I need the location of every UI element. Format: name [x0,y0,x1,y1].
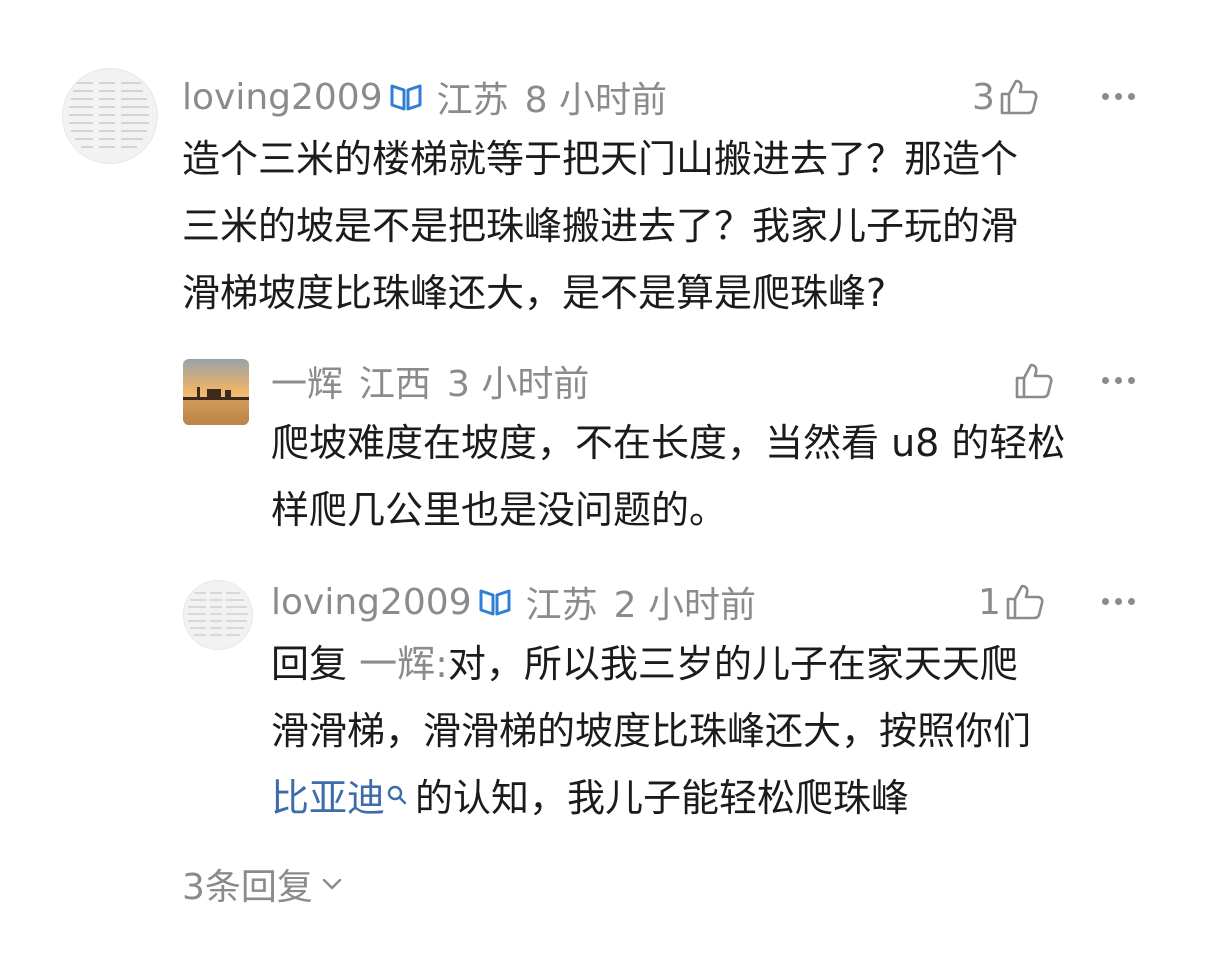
comment-line: 滑梯坡度比珠峰还大，是不是算是爬珠峰? [182,271,887,315]
reply-meta: loving2009 江苏 2 小时前 [271,579,756,627]
reply-text: 爬坡难度在坡度，不在长度，当然看 u8 的轻松 样爬几公里也是没问题的。 [271,410,1065,544]
username[interactable]: loving2009 [182,77,383,118]
thumbs-up-icon [1000,79,1038,115]
avatar-sunset-image [183,359,249,425]
like-button[interactable] [1010,358,1054,404]
username[interactable]: 一辉 [271,355,343,407]
location: 江苏 [525,585,598,626]
more-dots-icon[interactable] [1102,598,1135,605]
avatar[interactable] [62,68,158,164]
reply-prefix: 回复 [271,642,348,686]
thumbs-up-icon [1015,363,1053,399]
reply-meta: 一辉 江西 3 小时前 [271,355,590,407]
comment-text: 造个三米的楼梯就等于把天门山搬进去了？那造个 三米的坡是不是把珠峰搬进去了？我家… [182,126,1018,327]
reply-line-text: 对，所以我三岁的儿子在家天天爬 [447,642,1018,686]
comment-meta: loving2009 江苏 8 小时前 [182,74,667,122]
thumbs-up-icon [1006,584,1044,620]
timestamp: 2 小时前 [613,585,756,626]
reply-line-text: 的认知，我儿子能轻松爬珠峰 [415,776,910,820]
avatar-spreadsheet-image [184,581,252,649]
more-replies-label: 3条回复 [182,867,313,908]
reply-line: 爬坡难度在坡度，不在长度，当然看 u8 的轻松 [271,421,1066,465]
vip-badge-icon [478,587,512,617]
avatar[interactable] [183,580,253,650]
search-link-byd[interactable]: 比亚迪 [271,776,407,820]
more-dots-icon[interactable] [1102,377,1135,384]
reply-line: 回复 一辉:对，所以我三岁的儿子在家天天爬 [271,631,1031,698]
vip-badge-icon [389,82,423,112]
reply-line: 滑滑梯，滑滑梯的坡度比珠峰还大，按照你们 [271,709,1032,753]
reply-line: 比亚迪 的认知，我儿子能轻松爬珠峰 [271,765,1031,832]
username[interactable]: loving2009 [271,582,472,623]
like-count: 3 [972,76,995,118]
like-button[interactable]: 3 [972,74,1039,120]
timestamp: 8 小时前 [524,80,667,121]
reply-text: 回复 一辉:对，所以我三岁的儿子在家天天爬 滑滑梯，滑滑梯的坡度比珠峰还大，按照… [271,631,1031,832]
reply-target-user[interactable]: 一辉: [359,642,448,686]
comment-line: 三米的坡是不是把珠峰搬进去了？我家儿子玩的滑 [182,204,1019,248]
timestamp: 3 小时前 [447,364,590,405]
search-icon [387,761,407,828]
like-button[interactable]: 1 [978,579,1045,625]
like-count: 1 [978,581,1001,623]
location: 江西 [359,364,432,405]
reply-line: 样爬几公里也是没问题的。 [271,488,728,532]
more-dots-icon[interactable] [1102,93,1135,100]
more-replies-button[interactable]: 3条回复 [182,858,343,910]
comment-thread: loving2009 江苏 8 小时前 3 造个三米的楼梯就等于把天门山搬进去了… [0,0,1206,964]
comment-line: 造个三米的楼梯就等于把天门山搬进去了？那造个 [182,137,1019,181]
avatar-spreadsheet-image [63,69,157,163]
chevron-down-icon [322,878,342,890]
location: 江苏 [436,80,509,121]
avatar[interactable] [183,359,249,425]
search-link-text: 比亚迪 [271,776,386,820]
